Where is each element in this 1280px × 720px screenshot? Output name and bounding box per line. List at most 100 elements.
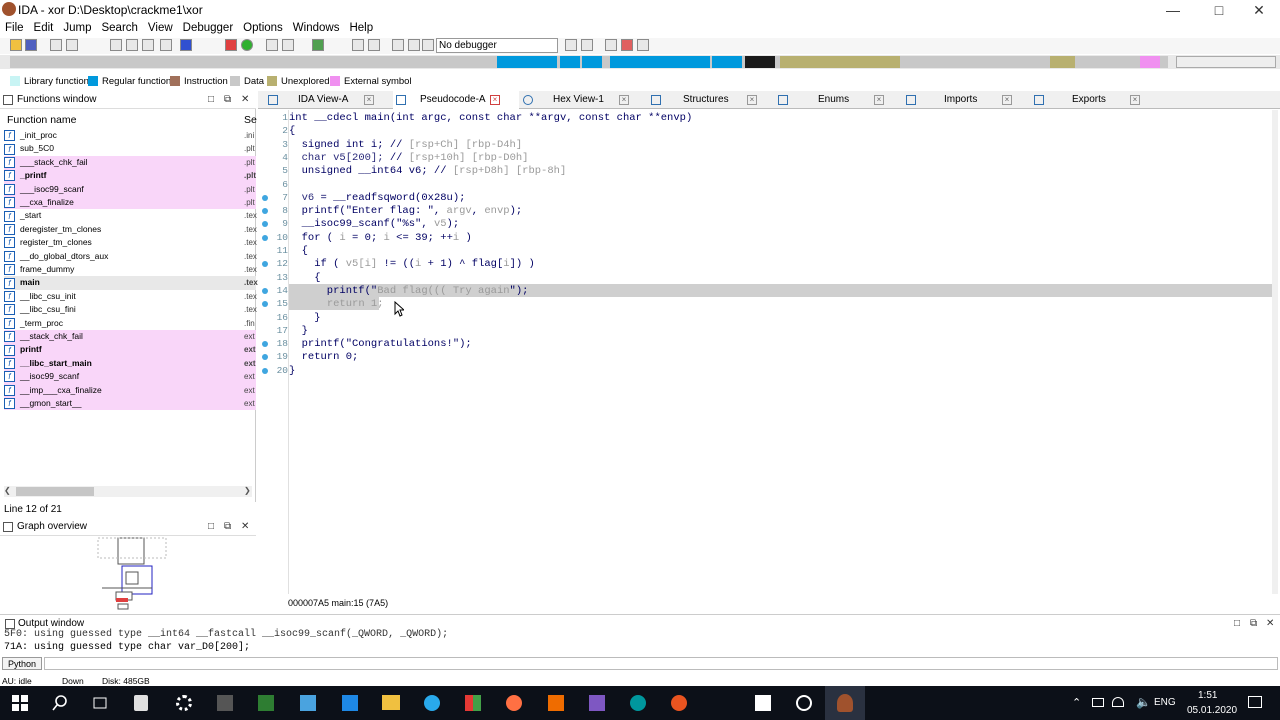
code-line[interactable]: printf("Enter flag: ", argv, envp); [289,205,523,217]
restore-button[interactable]: ⧉ [224,521,231,532]
menu-help[interactable]: Help [344,20,378,34]
code-line[interactable]: if ( v5[i] != ((i + 1) ^ flag[i]) ) [289,258,535,270]
plugin-icon[interactable] [312,39,324,51]
function-row[interactable]: f __stack_chk_fail ext [4,330,256,344]
code-line[interactable]: unsigned __int64 v6; // [rsp+D8h] [rbp-8… [289,165,567,177]
windows-start-icon[interactable] [12,695,28,711]
open-icon[interactable] [10,39,22,51]
panel-close-button[interactable]: ✕ [241,94,249,105]
tab-close-icon[interactable]: × [490,95,500,105]
float-button[interactable]: □ [208,94,214,105]
app-icon[interactable] [134,695,148,711]
code-line[interactable]: for ( i = 0; i <= 39; ++i ) [289,232,472,244]
code-line[interactable]: return 1; [289,298,384,310]
patch-icon[interactable] [352,39,364,51]
code-vscrollbar[interactable] [1272,110,1278,594]
code-line[interactable]: __isoc99_scanf("%s", v5); [289,218,460,230]
function-row[interactable]: f sub_5C0 .plt [4,142,256,155]
paste-icon[interactable] [126,39,138,51]
tab-hex-view-1[interactable]: Hex View-1 × [523,91,643,109]
function-row[interactable]: f main .tex [4,276,258,290]
function-row[interactable]: f __imp___cxa_finalize ext [4,383,256,397]
struct-icon[interactable] [282,39,294,51]
save-icon[interactable] [25,39,37,51]
function-row[interactable]: f frame_dummy .tex [4,263,257,276]
breakpoint-icon[interactable] [621,39,633,51]
scroll-left-icon[interactable]: ❮ [4,486,11,495]
col-segment[interactable]: Se [244,114,257,126]
obs-icon[interactable] [796,695,812,711]
tab-imports[interactable]: Imports × [906,91,1026,109]
function-row[interactable]: f _init_proc .ini [4,129,256,142]
app-icon[interactable] [465,695,481,711]
menu-debugger[interactable]: Debugger [178,20,239,34]
minimize-button[interactable]: — [1150,0,1196,20]
step-icon[interactable] [565,39,577,51]
network-icon[interactable] [1112,697,1124,707]
menu-jump[interactable]: Jump [58,20,96,34]
code-line[interactable]: printf("Bad flag((( Try again"); [289,285,529,297]
code-line[interactable]: } [289,365,295,377]
function-row[interactable]: f _start .tex [4,209,257,222]
settings-icon[interactable] [176,695,192,711]
function-row[interactable]: f __cxa_finalize .plt [4,196,256,210]
function-row[interactable]: f __libc_start_main ext [4,356,256,371]
restore-button[interactable]: ⧉ [1250,618,1257,629]
ida-app-icon[interactable] [837,694,853,712]
nav-dropdown[interactable] [1176,56,1276,68]
stop-icon[interactable] [422,39,434,51]
tab-exports[interactable]: Exports × [1034,91,1154,109]
menu-edit[interactable]: Edit [29,20,59,34]
code-line[interactable]: printf("Congratulations!"); [289,338,472,350]
code-line[interactable]: int __cdecl main(int argc, const char **… [289,112,692,124]
copy-icon[interactable] [110,39,122,51]
panel-close-button[interactable]: ✕ [1266,618,1274,629]
function-row[interactable]: f ___isoc99_scanf .plt [4,182,256,196]
volume-icon[interactable]: 🔈 [1136,695,1151,709]
tab-close-icon[interactable]: × [364,95,374,105]
explorer-icon[interactable] [382,695,400,710]
graph-thumbnail[interactable] [96,536,170,610]
tab-pseudocode-a[interactable]: Pseudocode-A × [393,91,519,109]
code-line[interactable]: signed int i; // [rsp+Ch] [rbp-D4h] [289,139,523,151]
col-function-name[interactable]: Function name [7,114,76,126]
scroll-right-icon[interactable]: ❯ [244,486,251,495]
float-button[interactable]: □ [208,521,214,532]
windows-icon[interactable] [605,39,617,51]
tab-enums[interactable]: Enums × [778,91,898,109]
function-row[interactable]: f __gmon_start__ ext [4,397,256,411]
function-row[interactable]: f deregister_tm_clones .tex [4,223,257,236]
graph-icon[interactable] [225,39,237,51]
clock-date[interactable]: 05.01.2020 [1187,705,1237,716]
ubuntu-icon[interactable] [671,695,687,711]
visual-studio-icon[interactable] [589,695,605,711]
function-row[interactable]: f _term_proc .fin [4,317,256,330]
notifications-icon[interactable] [1248,696,1262,708]
code-line[interactable]: v6 = __readfsqword(0x28u); [289,192,466,204]
proc-icon[interactable] [266,39,278,51]
code-line[interactable]: char v5[200]; // [rsp+10h] [rbp-D0h] [289,152,529,164]
sublime-icon[interactable] [548,695,564,711]
function-row[interactable]: f __libc_csu_init .tex [4,290,257,303]
float-button[interactable]: □ [1234,618,1240,629]
scroll-thumb[interactable] [16,487,94,496]
language-indicator[interactable]: ENG [1154,697,1176,708]
tab-close-icon[interactable]: × [747,95,757,105]
function-row[interactable]: f __libc_csu_fini .tex [4,303,257,316]
function-row[interactable]: f __isoc99_scanf ext [4,370,256,384]
code-line[interactable]: { [289,272,320,284]
start-debug-icon[interactable] [392,39,404,51]
close-button[interactable]: ✕ [1236,0,1280,20]
jump-icon[interactable] [180,39,192,51]
tab-structures[interactable]: Structures × [651,91,771,109]
panel-close-button[interactable]: ✕ [241,521,249,532]
tab-close-icon[interactable]: × [619,95,629,105]
run-icon[interactable] [241,39,253,51]
restore-button[interactable]: ⧉ [224,94,231,105]
function-row[interactable]: f __do_global_dtors_aux .tex [4,250,257,263]
binary-icon[interactable] [142,39,154,51]
search-icon[interactable] [160,39,172,51]
refresh-icon[interactable] [581,39,593,51]
clock-time[interactable]: 1:51 [1198,690,1217,701]
task-view-icon[interactable] [92,695,108,711]
